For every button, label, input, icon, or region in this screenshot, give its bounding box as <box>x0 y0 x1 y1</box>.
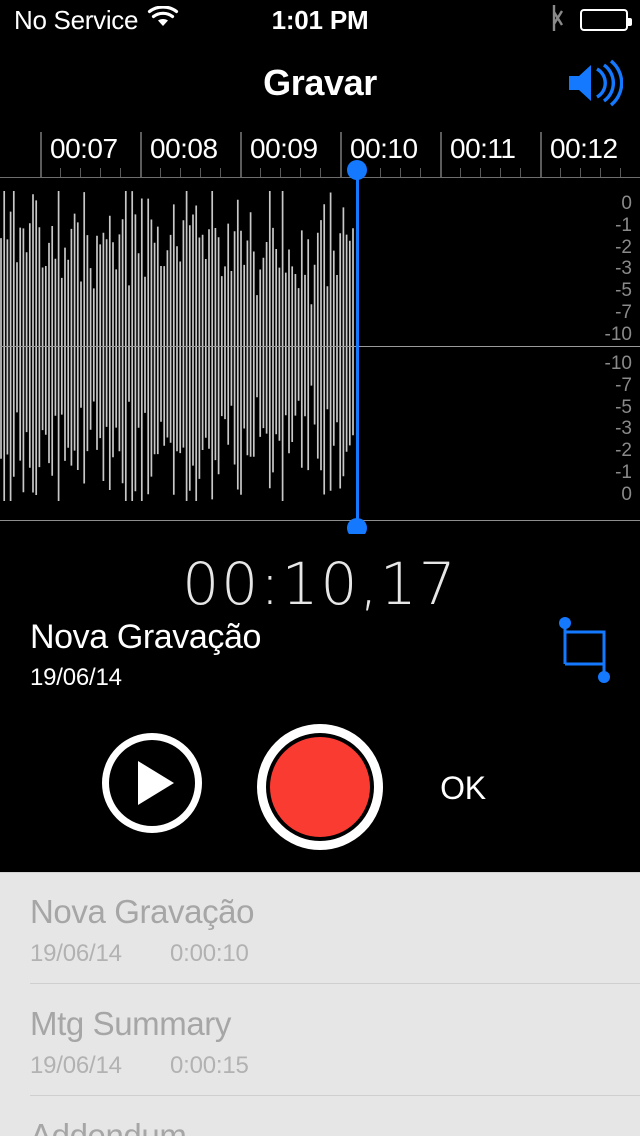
ruler-tick-minor <box>260 168 261 177</box>
list-item-title: Nova Gravação <box>30 893 255 930</box>
ruler-tick-major <box>540 132 542 178</box>
memo-rows-container: Nova Gravação 19/06/14 0:00:10 Mtg Summary 1… <box>0 872 640 1136</box>
battery-full-icon <box>580 9 632 31</box>
list-item-title: Addendum <box>30 1117 187 1136</box>
list-item-meta: 19/06/14 0:00:15 <box>30 1052 640 1080</box>
playhead-scrubber[interactable] <box>347 160 367 538</box>
waveform-chart <box>0 191 354 501</box>
record-inner-circle <box>268 735 372 839</box>
record-icon[interactable] <box>257 724 383 850</box>
db-tick-label: -1 <box>615 214 632 236</box>
ruler-tick-minor <box>380 168 381 177</box>
trim-crop-icon[interactable] <box>556 614 618 686</box>
ruler-tick-minor <box>500 168 501 177</box>
ruler-tick-minor <box>80 168 81 177</box>
ruler-tick-major <box>340 132 342 178</box>
db-tick-label: -7 <box>615 374 632 396</box>
ruler-label: 00:07 <box>50 133 118 164</box>
ruler-tick-minor <box>60 168 61 177</box>
ruler-tick-minor <box>180 168 181 177</box>
list-item[interactable]: Mtg Summary 19/06/14 0:00:15 <box>0 984 640 1096</box>
waveform-center-line <box>0 346 640 347</box>
ruler-tick-minor <box>100 168 101 177</box>
db-scale-lower: -10 -7 -5 -3 -2 -1 0 <box>572 354 632 504</box>
elapsed-time-readout: 00:10,17 <box>182 550 458 618</box>
timeline-ruler[interactable]: 00:0700:0800:0900:1000:1100:1200:13 <box>0 126 640 178</box>
ruler-tick-minor <box>300 168 301 177</box>
ruler-tick-minor <box>460 168 461 177</box>
list-item-duration: 0:00:15 <box>170 1052 249 1080</box>
current-memo-title: Nova Gravação <box>30 618 262 656</box>
speaker-loud-icon[interactable] <box>558 54 630 112</box>
list-item-date: 19/06/14 <box>30 940 122 968</box>
ruler-label: 00:12 <box>550 133 618 164</box>
play-triangle <box>137 761 174 805</box>
ruler-tick-minor <box>120 168 121 177</box>
ruler-tick-minor <box>200 168 201 177</box>
memo-list[interactable]: Nova Gravação 19/06/14 0:00:10 Mtg Summary 1… <box>0 872 640 1136</box>
db-tick-label: -2 <box>615 440 632 462</box>
status-bar: No Service 1:01 PM <box>0 0 640 40</box>
ruler-tick-minor <box>400 168 401 177</box>
waveform-baseline <box>0 520 640 521</box>
db-tick-label: -3 <box>615 258 632 280</box>
list-item-meta: 19/06/14 0:00:10 <box>30 940 640 968</box>
waveform-display[interactable]: 0 -1 -2 -3 -5 -7 -10 -10 -7 -5 -3 -2 -1 0 <box>0 178 640 521</box>
ruler-label: 00:09 <box>250 133 318 164</box>
status-bar-right <box>548 0 632 40</box>
db-tick-label: -3 <box>615 418 632 440</box>
ruler-tick-minor <box>160 168 161 177</box>
db-tick-label: -7 <box>615 302 632 324</box>
clock-label: 1:01 PM <box>271 4 369 35</box>
ok-button[interactable]: OK <box>415 766 511 810</box>
recording-detail-panel: 00:10,17 Nova Gravação 19/06/14 OK <box>0 534 640 872</box>
db-tick-label: -5 <box>615 280 632 302</box>
db-tick-label: -2 <box>615 236 632 258</box>
ruler-label: 00:08 <box>150 133 218 164</box>
list-item-title: Mtg Summary <box>30 1005 231 1042</box>
ruler-tick-minor <box>480 168 481 177</box>
ruler-tick-major <box>240 132 242 178</box>
current-memo-date: 19/06/14 <box>30 664 122 691</box>
db-tick-label: -10 <box>604 353 632 374</box>
db-tick-label: 0 <box>621 483 632 505</box>
ruler-tick-major <box>140 132 142 178</box>
transport-controls: OK <box>0 724 640 854</box>
ruler-tick-minor <box>520 168 521 177</box>
ruler-tick-major <box>40 132 42 178</box>
ruler-tick-minor <box>220 168 221 177</box>
ruler-tick-minor <box>580 168 581 177</box>
page-title: Gravar <box>263 62 377 103</box>
ruler-tick-minor <box>420 168 421 177</box>
playhead-line <box>356 170 359 528</box>
list-item-duration: 0:00:10 <box>170 940 249 968</box>
ruler-tick-minor <box>280 168 281 177</box>
list-item[interactable]: Nova Gravação 19/06/14 0:00:10 <box>0 872 640 984</box>
ruler-label: 00:11 <box>450 133 516 164</box>
ruler-tick-major <box>440 132 442 178</box>
navigation-bar: Gravar <box>0 40 640 126</box>
db-tick-label: -5 <box>615 396 632 418</box>
db-tick-label: 0 <box>621 193 632 214</box>
list-item-date: 19/06/14 <box>30 1052 122 1080</box>
ruler-tick-minor <box>320 168 321 177</box>
ruler-tick-minor <box>620 168 621 177</box>
bluetooth-icon <box>548 3 568 38</box>
db-scale-upper: 0 -1 -2 -3 -5 -7 -10 <box>572 194 632 344</box>
list-item[interactable]: Addendum <box>0 1096 640 1136</box>
play-icon[interactable] <box>102 733 202 833</box>
ruler-tick-minor <box>600 168 601 177</box>
ruler-tick-minor <box>560 168 561 177</box>
db-tick-label: -1 <box>615 462 632 484</box>
db-tick-label: -10 <box>604 323 632 345</box>
